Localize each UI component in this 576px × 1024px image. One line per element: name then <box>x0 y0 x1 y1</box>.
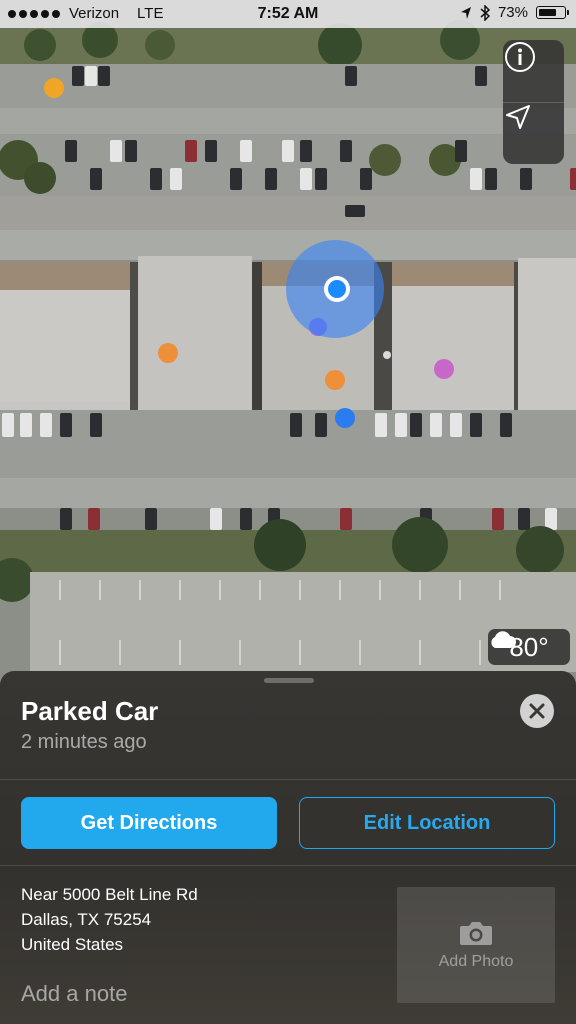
location-services-icon <box>460 6 471 19</box>
address-line: United States <box>21 935 124 954</box>
card-subtitle: 2 minutes ago <box>21 731 147 753</box>
address-line: Near 5000 Belt Line Rd <box>21 885 198 904</box>
battery-percent: 73% <box>497 4 528 21</box>
card-title: Parked Car <box>21 696 159 726</box>
cafe-icon[interactable] <box>325 370 345 390</box>
status-bar: Verizon LTE 7:52 AM 73% <box>0 0 576 28</box>
add-note-field[interactable]: Add a note <box>21 981 127 1007</box>
bar-icon[interactable] <box>434 359 454 379</box>
battery-icon <box>536 6 569 19</box>
location-arrow-icon <box>506 105 530 129</box>
address-block: Near 5000 Belt Line Rd Dallas, TX 75254 … <box>21 882 198 957</box>
add-photo-button[interactable]: Add Photo <box>397 887 555 1003</box>
add-photo-label: Add Photo <box>438 953 514 970</box>
address-line: Dallas, TX 75254 <box>21 910 152 929</box>
camera-icon <box>460 922 492 945</box>
weather-badge: 80° <box>488 629 570 665</box>
info-button[interactable] <box>503 40 564 102</box>
cloud-icon <box>491 631 516 648</box>
battery-level <box>539 9 556 16</box>
close-button[interactable] <box>520 694 554 728</box>
info-icon <box>505 42 535 72</box>
car-icon[interactable] <box>335 408 355 428</box>
restaurant-icon[interactable] <box>158 343 178 363</box>
parked-car-card: Parked Car 2 minutes ago Get Directions … <box>0 671 576 1024</box>
close-icon <box>529 703 545 719</box>
map-controls <box>503 40 564 164</box>
user-location-dot <box>328 280 346 298</box>
get-directions-button[interactable]: Get Directions <box>21 797 277 849</box>
divider <box>0 865 576 866</box>
bluetooth-icon <box>480 4 490 21</box>
edit-location-button[interactable]: Edit Location <box>299 797 555 849</box>
card-grabber[interactable] <box>264 678 314 683</box>
divider <box>0 779 576 780</box>
location-button[interactable] <box>503 102 564 164</box>
poi-marker[interactable] <box>44 78 64 98</box>
